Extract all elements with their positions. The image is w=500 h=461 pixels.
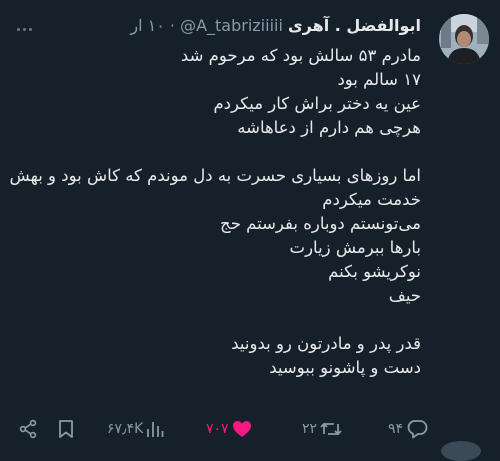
retweet-button[interactable]: ۲۲ [302,416,342,442]
views-button[interactable]: ۶۷٫۴K [107,416,164,442]
next-tweet-avatar[interactable] [441,441,481,461]
retweet-icon [320,422,342,436]
tweet-line [16,140,421,164]
views-count: ۶۷٫۴K [107,421,144,437]
tweet-line: اما روزهای بسیاری حسرت به دل موندم که کا… [9,166,421,185]
separator-dot: · [169,16,175,35]
reply-icon [407,420,428,439]
tweet-line: ۱۷ سالم بود [337,70,421,89]
tweet-line: حیف [388,286,421,305]
replies-count: ۹۴ [388,421,404,437]
tweet-header: ابوالفضل . آهری @A_tabriziiiii · ۱۰ ار [130,14,421,38]
user-handle[interactable]: @A_tabriziiiii [180,16,283,35]
tweet-text: مادرم ۵۳ سالش بود که مرحوم شد ۱۷ سالم بو… [9,44,421,380]
tweet-line: هرچی هم دارم از دعاهاشه [237,118,421,137]
tweet-time[interactable]: ۱۰ ار [130,16,164,35]
tweet-line: می‌تونستم دوباره بفرستم حج [220,214,421,233]
tweet-line: مادرم ۵۳ سالش بود که مرحوم شد [180,46,421,65]
more-options-icon[interactable] [12,24,36,34]
tweet-line: خدمت میکردم [322,190,421,209]
action-bar: ۶۷٫۴K ۷۰۷ ۲۲ ۹۴ [0,416,500,442]
share-button[interactable] [18,416,38,442]
reply-button[interactable]: ۹۴ [388,416,428,442]
likes-count: ۷۰۷ [206,421,229,437]
views-icon [147,422,164,437]
heart-icon [232,421,251,437]
tweet-line: نوکریشو بکنم [328,262,421,281]
like-button[interactable]: ۷۰۷ [206,416,252,442]
avatar[interactable] [439,14,489,64]
tweet-line [16,308,421,332]
retweets-count: ۲۲ [302,421,318,437]
bookmark-icon [59,420,73,438]
bookmark-button[interactable] [57,416,75,442]
share-icon [19,419,37,439]
display-name[interactable]: ابوالفضل . آهری [288,16,421,35]
tweet-line: دست و پاشونو ببوسید [269,358,421,377]
tweet-line: عین یه دختر براش کار میکردم [213,94,421,113]
tweet-line: قدر پدر و مادرتون رو بدونید [231,334,421,353]
tweet-line: بارها ببرمش زیارت [289,238,421,257]
